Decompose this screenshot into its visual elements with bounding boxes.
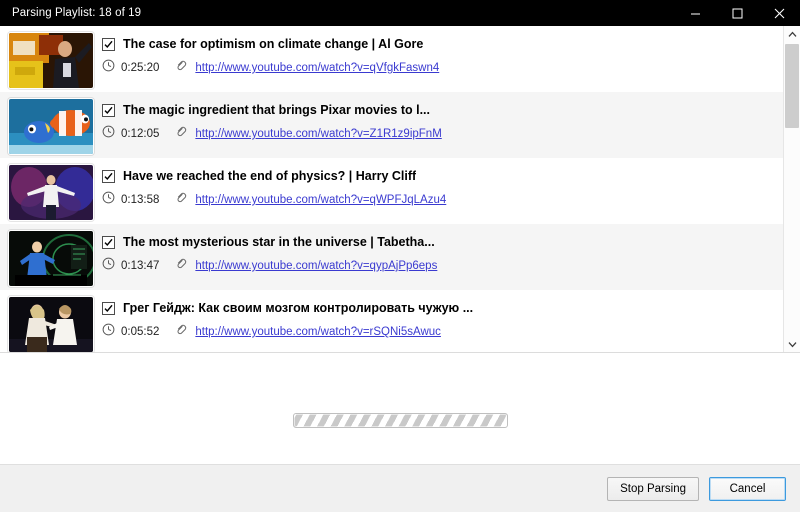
thumbnail-image-greg-gage — [9, 297, 93, 352]
title-line: Грег Гейдж: Как своим мозгом контролиров… — [102, 297, 783, 319]
minimize-button[interactable] — [674, 0, 716, 26]
meta-line: 0:25:20 http://www.youtube.com/watch?v=q… — [102, 57, 783, 79]
clock-icon — [102, 257, 115, 275]
video-title: Have we reached the end of physics? | Ha… — [123, 169, 417, 183]
video-url-link[interactable]: http://www.youtube.com/watch?v=qypAjPp6e… — [195, 260, 437, 272]
parsing-playlist-window: Parsing Playlist: 18 of 19 The case for … — [0, 0, 800, 512]
video-thumbnail — [8, 164, 94, 221]
titlebar: Parsing Playlist: 18 of 19 — [0, 0, 800, 26]
video-duration: 0:13:58 — [121, 194, 160, 206]
checkmark-icon — [104, 106, 113, 114]
video-url-link[interactable]: http://www.youtube.com/watch?v=qVfgkFasw… — [195, 62, 439, 74]
dialog-footer: Stop Parsing Cancel — [0, 464, 800, 512]
video-thumbnail — [8, 98, 94, 155]
scrollbar-thumb[interactable] — [785, 44, 799, 128]
checkmark-icon — [104, 40, 113, 48]
row-content: The magic ingredient that brings Pixar m… — [102, 97, 783, 145]
title-line: The most mysterious star in the universe… — [102, 231, 783, 253]
checkmark-icon — [104, 238, 113, 246]
clock-icon — [102, 125, 115, 143]
link-icon — [175, 191, 187, 209]
video-title: Грег Гейдж: Как своим мозгом контролиров… — [123, 301, 474, 315]
thumbnail-image-al-gore — [9, 33, 93, 88]
meta-line: 0:13:47 http://www.youtube.com/watch?v=q… — [102, 255, 783, 277]
meta-line: 0:13:58 http://www.youtube.com/watch?v=q… — [102, 189, 783, 211]
maximize-icon — [732, 8, 742, 18]
table-row[interactable]: The magic ingredient that brings Pixar m… — [0, 92, 783, 158]
title-line: Have we reached the end of physics? | Ha… — [102, 165, 783, 187]
scrollbar-track[interactable] — [784, 42, 800, 336]
progress-region — [0, 353, 800, 464]
row-content: The most mysterious star in the universe… — [102, 229, 783, 277]
stop-parsing-button[interactable]: Stop Parsing — [607, 476, 699, 501]
window-controls — [674, 0, 800, 26]
list-scrollbar[interactable] — [783, 26, 800, 352]
close-button[interactable] — [758, 0, 800, 26]
title-line: The case for optimism on climate change … — [102, 33, 783, 55]
scroll-up-button[interactable] — [784, 26, 800, 42]
chevron-up-icon — [788, 31, 796, 37]
title-line: The magic ingredient that brings Pixar m… — [102, 99, 783, 121]
clock-icon — [102, 323, 115, 341]
video-url-link[interactable]: http://www.youtube.com/watch?v=qWPFJqLAz… — [195, 194, 446, 206]
video-duration: 0:05:52 — [121, 326, 160, 338]
video-duration: 0:13:47 — [121, 260, 160, 272]
playlist-panel: The case for optimism on climate change … — [0, 26, 800, 353]
thumbnail-image-pixar — [9, 99, 93, 154]
video-thumbnail — [8, 296, 94, 352]
cancel-button[interactable]: Cancel — [709, 476, 786, 501]
video-url-link[interactable]: http://www.youtube.com/watch?v=Z1R1z9ipF… — [195, 128, 441, 140]
row-checkbox[interactable] — [102, 169, 115, 183]
link-icon — [175, 257, 187, 275]
row-checkbox[interactable] — [102, 235, 115, 249]
video-thumbnail — [8, 32, 94, 89]
meta-line: 0:05:52 http://www.youtube.com/watch?v=r… — [102, 321, 783, 343]
link-icon — [175, 125, 187, 143]
video-duration: 0:25:20 — [121, 62, 160, 74]
clock-icon — [102, 59, 115, 77]
video-url-link[interactable]: http://www.youtube.com/watch?v=rSQNi5sAw… — [195, 326, 441, 338]
clock-icon — [102, 191, 115, 209]
meta-line: 0:12:05 http://www.youtube.com/watch?v=Z… — [102, 123, 783, 145]
scroll-down-button[interactable] — [784, 336, 800, 352]
thumbnail-image-physics — [9, 165, 93, 220]
row-content: Have we reached the end of physics? | Ha… — [102, 163, 783, 211]
minimize-icon — [690, 13, 700, 14]
playlist-list[interactable]: The case for optimism on climate change … — [0, 26, 783, 352]
row-checkbox[interactable] — [102, 103, 115, 117]
row-content: Грег Гейдж: Как своим мозгом контролиров… — [102, 295, 783, 343]
maximize-button[interactable] — [716, 0, 758, 26]
checkmark-icon — [104, 172, 113, 180]
video-duration: 0:12:05 — [121, 128, 160, 140]
video-title: The magic ingredient that brings Pixar m… — [123, 103, 431, 117]
table-row[interactable]: The most mysterious star in the universe… — [0, 224, 783, 290]
row-checkbox[interactable] — [102, 301, 115, 315]
table-row[interactable]: Грег Гейдж: Как своим мозгом контролиров… — [0, 290, 783, 352]
checkmark-icon — [104, 304, 113, 312]
link-icon — [175, 59, 187, 77]
video-title: The most mysterious star in the universe… — [123, 235, 435, 249]
chevron-down-icon — [788, 341, 796, 347]
link-icon — [175, 323, 187, 341]
table-row[interactable]: The case for optimism on climate change … — [0, 26, 783, 92]
parsing-progress-bar — [292, 413, 508, 428]
close-icon — [774, 8, 784, 18]
window-title: Parsing Playlist: 18 of 19 — [12, 7, 142, 19]
row-content: The case for optimism on climate change … — [102, 31, 783, 79]
row-checkbox[interactable] — [102, 37, 115, 51]
thumbnail-image-star — [9, 231, 93, 286]
video-title: The case for optimism on climate change … — [123, 37, 424, 51]
table-row[interactable]: Have we reached the end of physics? | Ha… — [0, 158, 783, 224]
video-thumbnail — [8, 230, 94, 287]
